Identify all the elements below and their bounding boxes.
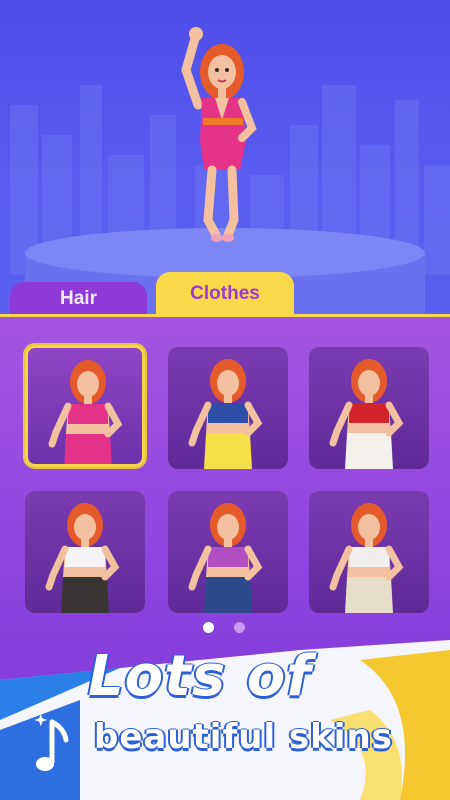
page-dot-1[interactable] xyxy=(203,622,214,633)
outfit-preview-figure xyxy=(329,359,404,469)
tab-clothes-label: Clothes xyxy=(190,283,260,304)
tab-hair[interactable]: Hair xyxy=(10,282,147,316)
outfit-card-red-bikini-white-skirt[interactable] xyxy=(309,347,429,469)
outfit-card-lace-top-beige-pants[interactable] xyxy=(309,491,429,613)
avatar-stage xyxy=(0,0,450,315)
banner-headline: Lots of xyxy=(88,644,312,709)
avatar-character xyxy=(181,27,257,242)
outfit-card-pink-wrap-dress[interactable] xyxy=(25,345,145,467)
outfit-preview-figure xyxy=(48,360,123,464)
tab-clothes[interactable]: Clothes xyxy=(156,272,294,316)
outfit-preview-figure xyxy=(45,503,120,613)
outfit-card-purple-top-denim-skirt[interactable] xyxy=(168,491,288,613)
pagination-dots xyxy=(0,622,450,634)
music-note-icon xyxy=(34,713,69,771)
outfit-preview-figure xyxy=(188,503,263,613)
category-tabs: Hair Clothes xyxy=(0,270,450,316)
outfit-card-blue-crop-yellow-pants[interactable] xyxy=(168,347,288,469)
outfit-card-white-blouse-dark-shorts[interactable] xyxy=(25,491,145,613)
banner-subheadline: beautiful skins xyxy=(94,717,393,757)
tab-hair-label: Hair xyxy=(60,288,97,309)
outfit-preview-figure xyxy=(329,503,404,613)
page-dot-2[interactable] xyxy=(234,622,245,633)
outfit-preview-figure xyxy=(188,359,263,469)
